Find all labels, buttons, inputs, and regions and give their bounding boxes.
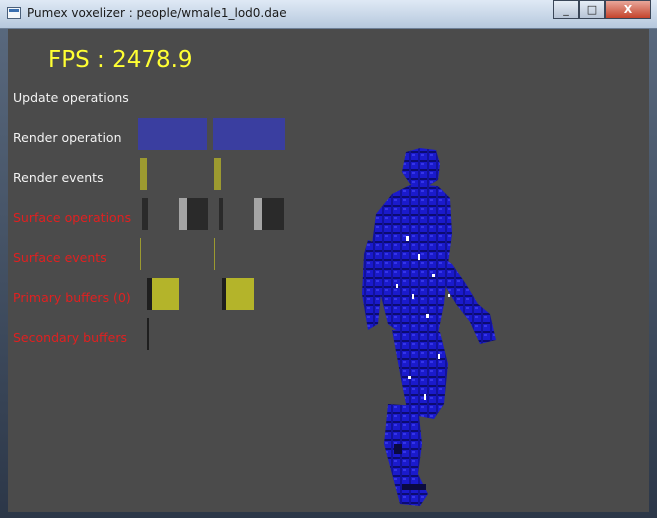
row-label-render-operation: Render operation xyxy=(13,130,122,145)
fps-counter: FPS : 2478.9 xyxy=(48,47,193,73)
primary-buffer-block xyxy=(226,278,254,310)
window-controls: _ □ X xyxy=(553,0,651,19)
window-title: Pumex voxelizer : people/wmale1_lod0.dae xyxy=(27,6,287,20)
primary-buffer-block xyxy=(152,278,179,310)
surface-operation-block xyxy=(187,198,208,230)
surface-event-block xyxy=(214,238,215,270)
surface-operation-block xyxy=(142,198,148,230)
title-bar[interactable]: Pumex voxelizer : people/wmale1_lod0.dae… xyxy=(0,0,657,29)
app-window: Pumex voxelizer : people/wmale1_lod0.dae… xyxy=(0,0,657,518)
surface-operation-block xyxy=(179,198,187,230)
close-button[interactable]: X xyxy=(605,0,651,19)
surface-operation-block xyxy=(219,198,223,230)
row-label-secondary-buffers: Secondary buffers xyxy=(13,330,127,345)
voxelized-figure xyxy=(362,148,496,506)
render-operation-block xyxy=(138,118,207,150)
row-label-surface-events: Surface events xyxy=(13,250,107,265)
row-label-render-events: Render events xyxy=(13,170,104,185)
render-event-block xyxy=(214,158,221,190)
render-event-block xyxy=(140,158,147,190)
render-operation-block xyxy=(213,118,285,150)
surface-event-block xyxy=(140,238,141,270)
maximize-button[interactable]: □ xyxy=(579,0,605,19)
surface-operation-block xyxy=(262,198,284,230)
row-label-primary-buffers: Primary buffers (0) xyxy=(13,290,131,305)
row-label-surface-operations: Surface operations xyxy=(13,210,132,225)
secondary-buffer-block xyxy=(147,318,149,350)
app-window-icon xyxy=(7,7,21,19)
row-label-update-operations: Update operations xyxy=(13,90,129,105)
surface-operation-block xyxy=(254,198,262,230)
minimize-button[interactable]: _ xyxy=(553,0,579,19)
render-viewport[interactable]: FPS : 2478.9 Update operations Render op… xyxy=(8,29,649,512)
